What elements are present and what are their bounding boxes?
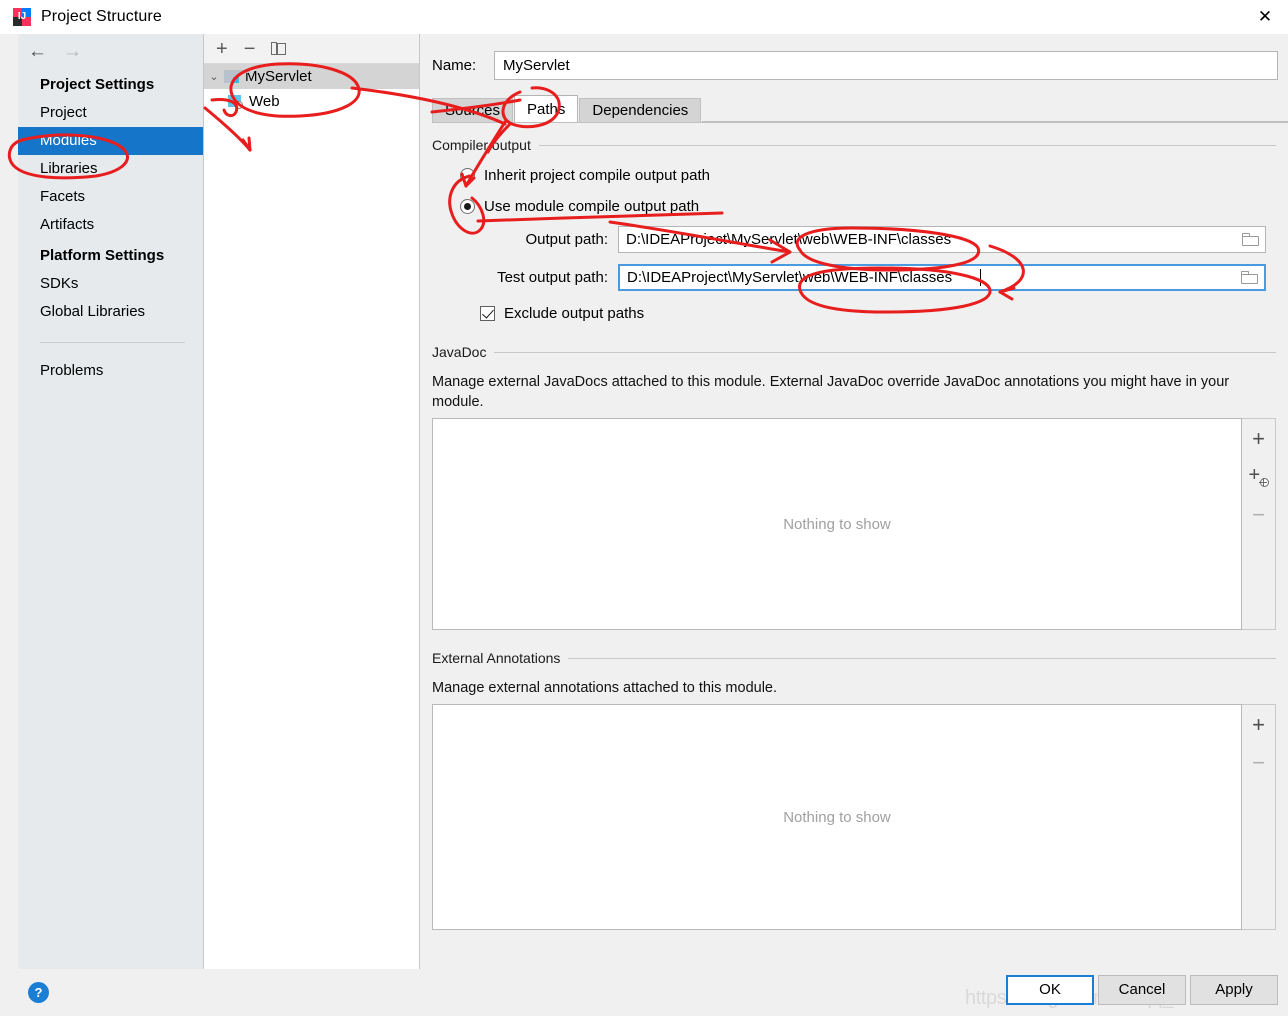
use-module-output-path-label: Use module compile output path [484, 198, 700, 215]
use-module-output-path-radio[interactable] [460, 199, 475, 214]
exclude-output-paths-row[interactable]: Exclude output paths [480, 305, 1276, 322]
module-name-input[interactable] [494, 50, 1278, 80]
javadoc-group: JavaDoc [432, 344, 1276, 360]
module-editor-panel: Name: Sources Paths Dependencies Compile… [420, 34, 1288, 969]
group-divider [568, 657, 1276, 659]
output-path-value: D:\IDEAProject\MyServlet\web\WEB-INF\cla… [626, 231, 952, 248]
add-module-button[interactable]: + [216, 39, 228, 59]
plus-globe-icon: + [1249, 465, 1269, 487]
module-tree-panel: + − ⌄ MyServlet Web [204, 34, 420, 969]
sidebar-group-platform-settings: Platform Settings [40, 247, 165, 264]
external-annotations-empty-text: Nothing to show [783, 808, 891, 826]
tab-sources[interactable]: Sources [432, 98, 514, 122]
javadoc-empty-text: Nothing to show [783, 515, 891, 533]
test-output-path-value: D:\IDEAProject\MyServlet\web\WEB-INF\cla… [627, 269, 953, 286]
sidebar-item-sdks[interactable]: SDKs [18, 270, 203, 298]
intellij-idea-icon: IJ [13, 8, 31, 26]
tree-node-web[interactable]: Web [204, 89, 419, 114]
settings-sidebar: ← → Project Settings Project Modules Lib… [18, 34, 204, 969]
tree-node-myservlet[interactable]: ⌄ MyServlet [204, 64, 419, 89]
javadoc-group-header: JavaDoc [432, 344, 1276, 360]
add-javadoc-url-button[interactable]: + [1248, 465, 1270, 488]
chevron-down-icon[interactable]: ⌄ [204, 70, 224, 83]
remove-annotation-button: − [1252, 750, 1265, 775]
forward-arrow-icon[interactable]: → [63, 42, 82, 61]
javadoc-list[interactable]: Nothing to show [432, 418, 1242, 630]
inherit-output-path-radio[interactable] [460, 168, 475, 183]
sidebar-item-problems[interactable]: Problems [18, 357, 203, 385]
tab-filler [702, 121, 1288, 122]
remove-javadoc-button: − [1252, 502, 1265, 527]
sidebar-item-artifacts[interactable]: Artifacts [18, 211, 203, 239]
group-divider [538, 144, 1276, 146]
copy-module-icon[interactable] [271, 41, 287, 56]
inherit-output-path-label: Inherit project compile output path [484, 167, 710, 184]
test-output-path-browse-button[interactable] [1234, 266, 1264, 289]
cancel-button[interactable]: Cancel [1098, 975, 1186, 1005]
module-icon [224, 70, 250, 83]
use-module-output-path-radio-row[interactable]: Use module compile output path [460, 198, 1276, 215]
group-title: JavaDoc [432, 344, 487, 360]
sidebar-item-facets[interactable]: Facets [18, 183, 203, 211]
folder-icon [1241, 233, 1259, 246]
external-annotations-group-header: External Annotations [432, 650, 1276, 666]
title-bar: IJ Project Structure ✕ [0, 0, 1288, 34]
external-annotations-group: External Annotations [432, 650, 1276, 666]
tab-paths[interactable]: Paths [514, 95, 579, 122]
sidebar-nav: ← → [18, 34, 203, 68]
apply-button[interactable]: Apply [1190, 975, 1278, 1005]
output-path-row: Output path: D:\IDEAProject\MyServlet\we… [460, 226, 1276, 253]
web-facet-icon [228, 94, 243, 109]
external-annotations-list-box: Nothing to show + − [432, 704, 1276, 930]
module-name-row: Name: [420, 48, 1288, 82]
sidebar-divider [40, 342, 185, 343]
group-divider [494, 351, 1276, 353]
name-label: Name: [432, 56, 477, 74]
module-tree-toolbar: + − [204, 34, 419, 64]
tab-dependencies[interactable]: Dependencies [579, 98, 702, 122]
javadoc-list-toolbar: + + − [1242, 418, 1276, 630]
help-icon[interactable]: ? [28, 982, 49, 1003]
sidebar-item-libraries[interactable]: Libraries [18, 155, 203, 183]
dialog-buttons: OK Cancel Apply [1006, 975, 1278, 1005]
add-annotation-path-button[interactable]: + [1248, 714, 1270, 736]
window-title: Project Structure [41, 8, 162, 25]
javadoc-list-box: Nothing to show + + − [432, 418, 1276, 630]
project-structure-dialog: IJ Project Structure ✕ ← → Project Setti… [0, 0, 1288, 1016]
test-output-path-row: Test output path: D:\IDEAProject\MyServl… [460, 264, 1276, 291]
back-arrow-icon[interactable]: ← [28, 42, 47, 61]
compiler-output-group: Compiler output Inherit project compile … [432, 137, 1276, 322]
sidebar-group-project-settings: Project Settings [40, 76, 155, 93]
tree-node-label: Web [249, 93, 280, 110]
sidebar-item-global-libraries[interactable]: Global Libraries [18, 298, 203, 326]
test-output-path-label: Test output path: [497, 269, 608, 286]
group-title: External Annotations [432, 650, 561, 666]
sidebar-item-project[interactable]: Project [18, 99, 203, 127]
folder-icon [1240, 271, 1258, 284]
output-path-label: Output path: [525, 231, 608, 248]
close-icon[interactable]: ✕ [1242, 0, 1288, 34]
remove-module-button[interactable]: − [244, 39, 256, 59]
test-output-path-field[interactable]: D:\IDEAProject\MyServlet\web\WEB-INF\cla… [618, 264, 1266, 291]
external-annotations-list-toolbar: + − [1242, 704, 1276, 930]
output-path-field[interactable]: D:\IDEAProject\MyServlet\web\WEB-INF\cla… [618, 226, 1266, 253]
tree-node-label: MyServlet [245, 68, 312, 85]
exclude-output-paths-checkbox[interactable] [480, 306, 495, 321]
external-annotations-description: Manage external annotations attached to … [432, 680, 778, 696]
text-caret [980, 269, 981, 286]
ok-button[interactable]: OK [1006, 975, 1094, 1005]
module-tabs: Sources Paths Dependencies [432, 95, 1288, 122]
add-javadoc-path-button[interactable]: + [1248, 428, 1270, 450]
sidebar-item-modules[interactable]: Modules [18, 127, 203, 155]
exclude-output-paths-label: Exclude output paths [504, 305, 645, 322]
output-path-browse-button[interactable] [1235, 227, 1265, 252]
javadoc-description: Manage external JavaDocs attached to thi… [432, 374, 1230, 410]
compiler-output-group-header: Compiler output [432, 137, 1276, 153]
external-annotations-list[interactable]: Nothing to show [432, 704, 1242, 930]
dialog-footer: ? https://blog.csdn.net/qq_4 846 OK Canc… [0, 969, 1288, 1016]
group-title: Compiler output [432, 137, 531, 153]
inherit-output-path-radio-row[interactable]: Inherit project compile output path [460, 167, 1276, 184]
